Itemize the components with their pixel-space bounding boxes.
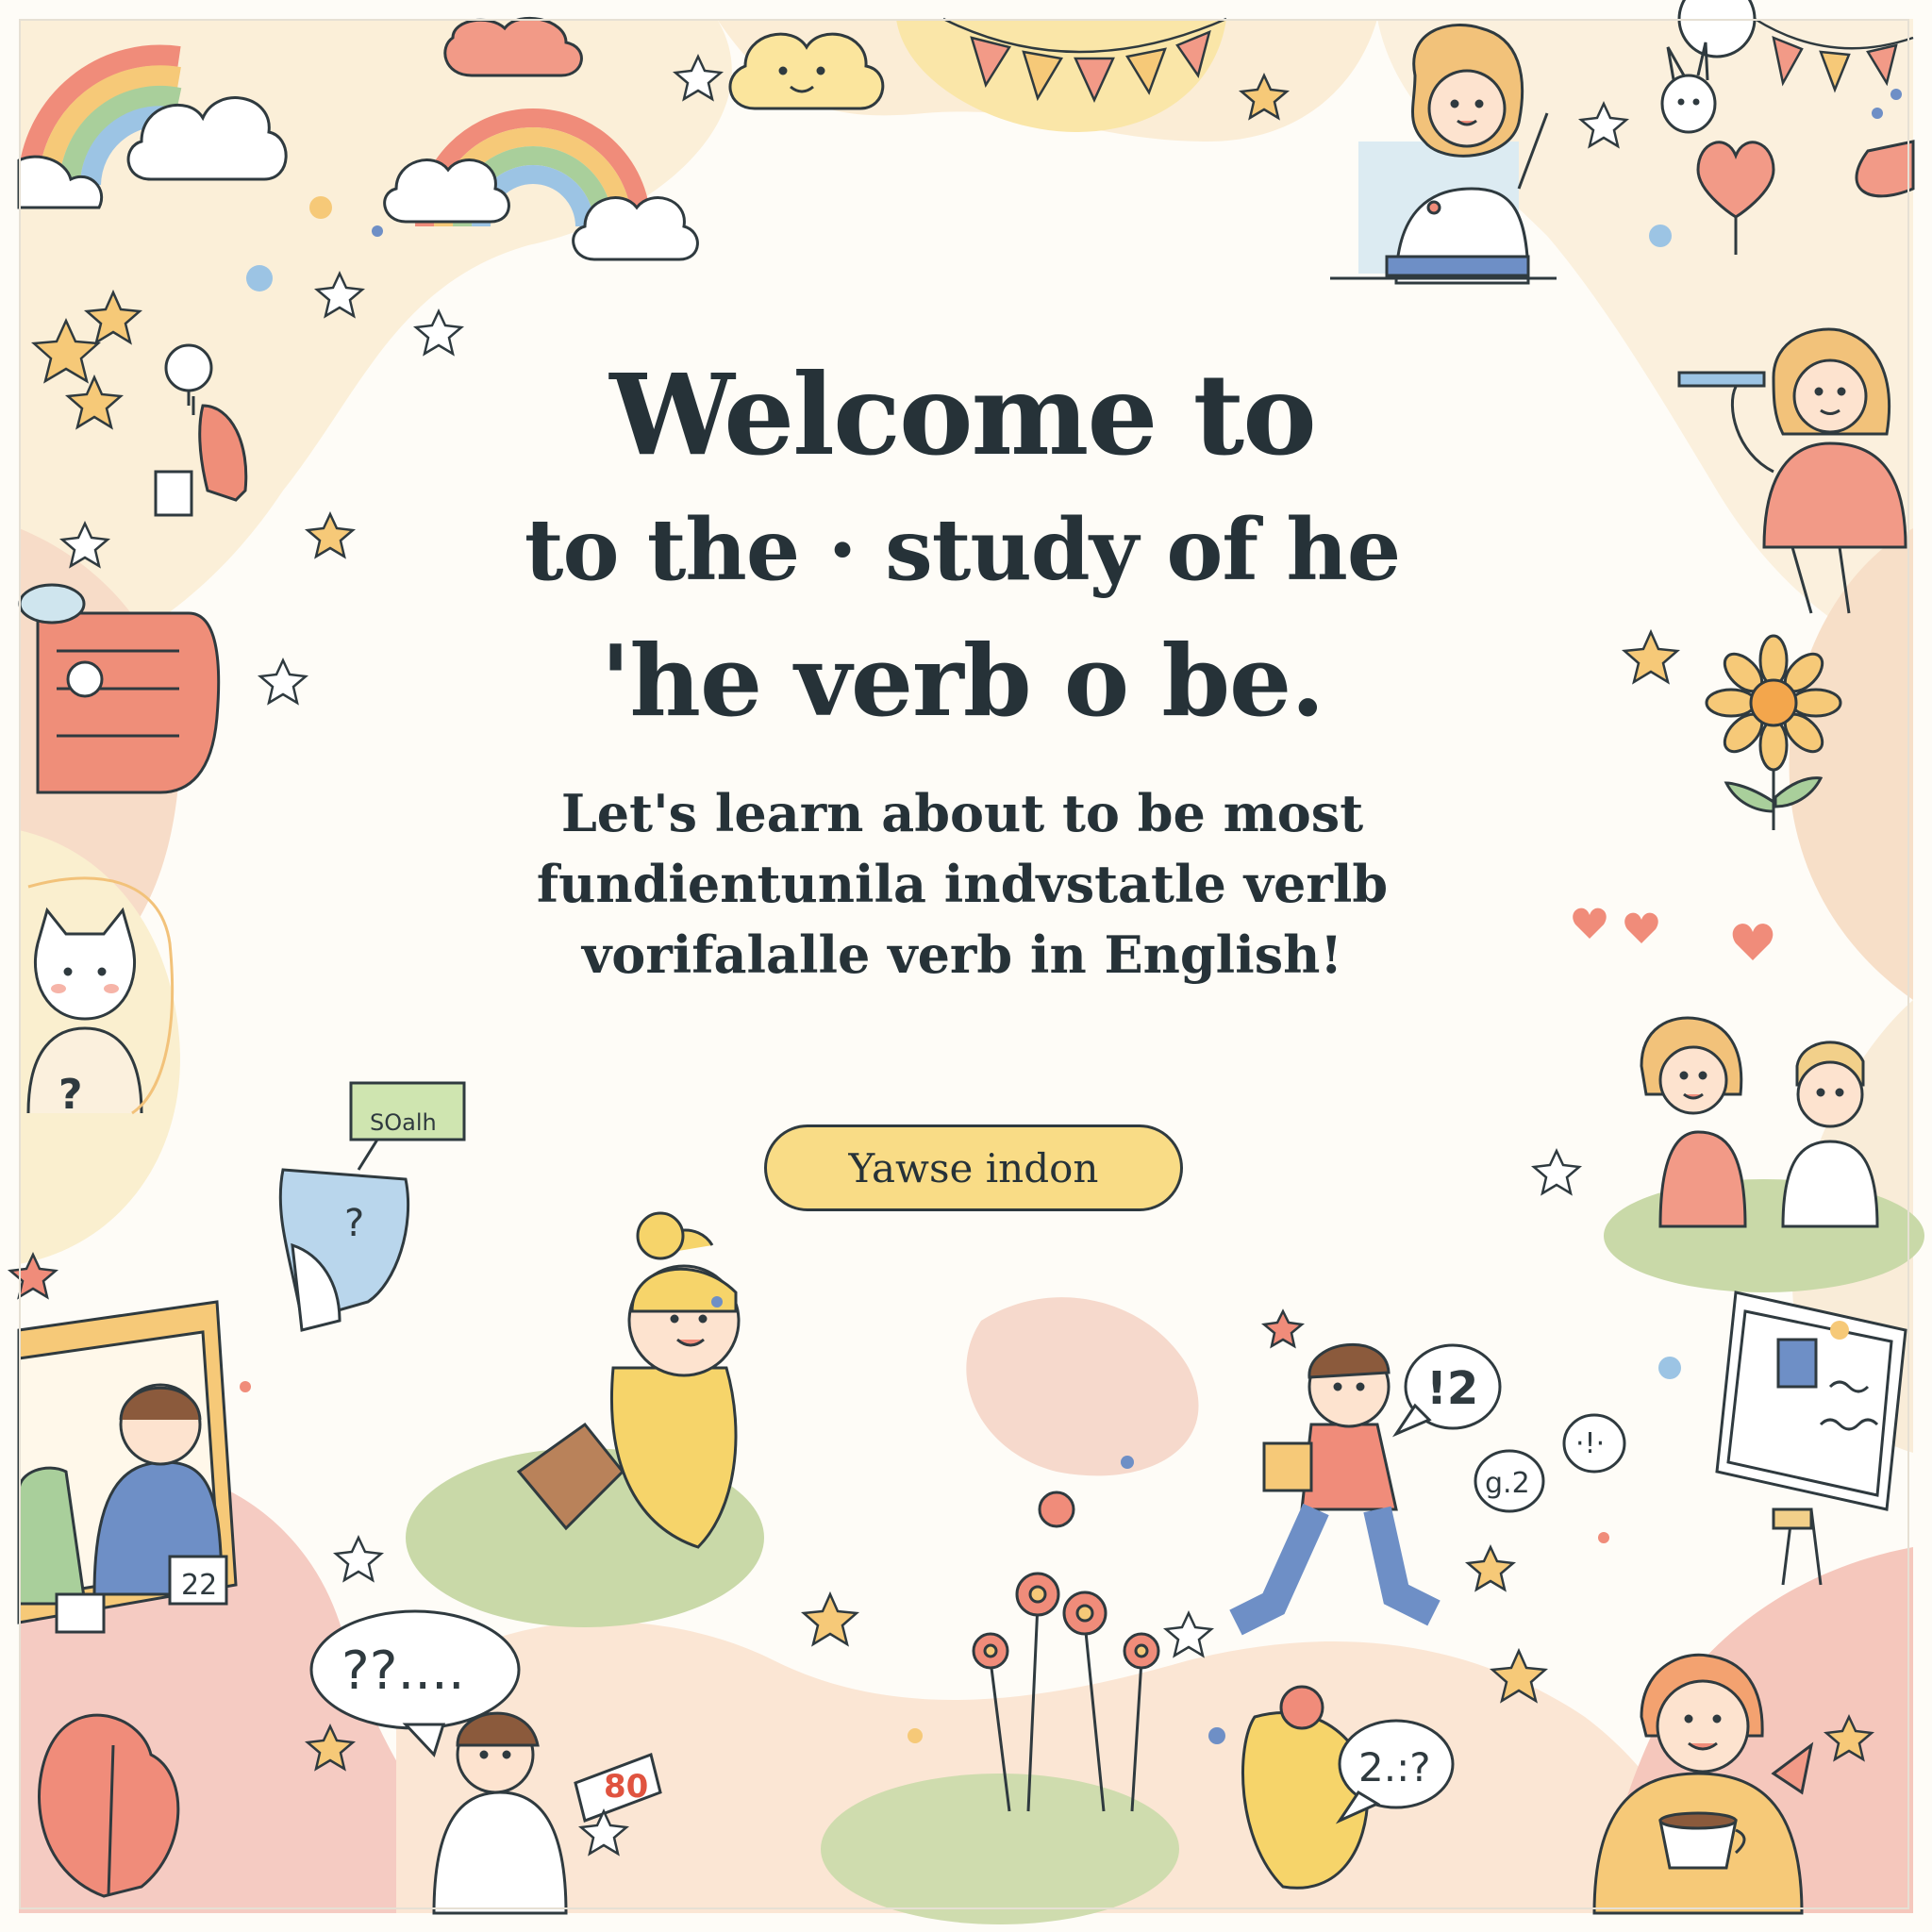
bubble-right-text: 2.:? [1358, 1744, 1431, 1790]
bubble-numbers-text: !2 [1426, 1362, 1478, 1415]
heading-line-3: 'he verb o be. [600, 623, 1325, 739]
bubble-small-a-text: g.2 [1485, 1467, 1530, 1500]
bubble-small-b-text: ·!· [1575, 1427, 1605, 1460]
question-mark-cat: ? [58, 1071, 83, 1119]
intro-line-3: vorifalalle verb in English! [581, 924, 1343, 985]
welcome-page: SOalh ? ? ??.... 2.:? !2 g.2 ·!· 22 80 W… [0, 0, 1932, 1932]
grass-patch-bottom [821, 1774, 1179, 1924]
intro-line-1: Let's learn about to be most [560, 783, 1364, 843]
backpack-icon [18, 583, 221, 794]
frame-note-text: 22 [181, 1569, 217, 1602]
intro-line-2: fundientunila indvstatle verlb [536, 854, 1389, 914]
sign-label: SOalh [370, 1109, 437, 1136]
question-mark-book: ? [344, 1202, 364, 1245]
board-number-text: 80 [604, 1768, 648, 1806]
heading-line-2: to the · study of he [524, 500, 1401, 600]
cloud-icon [728, 32, 885, 110]
start-button[interactable]: Yawse indon [764, 1124, 1183, 1211]
bubble-left-text: ??.... [341, 1641, 465, 1702]
heading-line-1: Welcome to [609, 349, 1317, 480]
